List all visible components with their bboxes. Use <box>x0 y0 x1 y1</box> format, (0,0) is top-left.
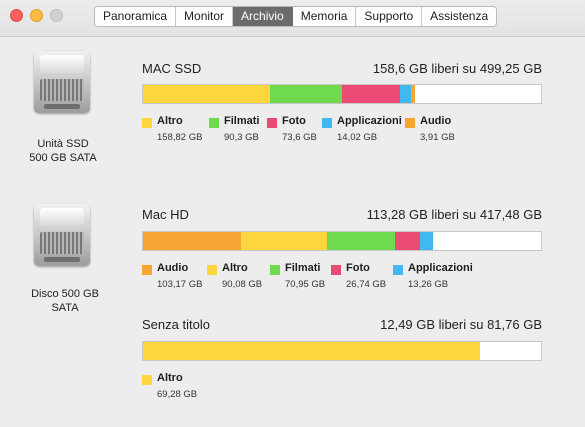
legend-swatch <box>267 118 277 128</box>
legend-swatch <box>142 265 152 275</box>
legend-swatch <box>393 265 403 275</box>
legend-value: 14,02 GB <box>337 132 378 143</box>
legend-swatch <box>322 118 332 128</box>
storage-segment <box>143 85 270 103</box>
legend-swatch <box>142 118 152 128</box>
storage-segment <box>143 232 242 250</box>
disk-name: Disco 500 GB SATA <box>15 287 115 315</box>
storage-segment <box>400 85 412 103</box>
legend-value: 13,26 GB <box>408 279 449 290</box>
tab-archivio[interactable]: Archivio <box>233 7 293 26</box>
zoom-window-button[interactable] <box>50 9 63 22</box>
volume-name: Senza titolo <box>142 317 210 332</box>
legend-value: 158,82 GB <box>157 132 203 143</box>
legend-value: 69,28 GB <box>157 389 198 400</box>
legend-value: 90,3 GB <box>224 132 259 143</box>
legend-value: 90,08 GB <box>222 279 263 290</box>
storage-segment <box>241 232 328 250</box>
legend-swatch <box>331 265 341 275</box>
legend-label: Audio <box>420 115 452 127</box>
tab-assistenza[interactable]: Assistenza <box>422 7 497 26</box>
storage-bar <box>142 341 542 361</box>
legend-label: Applicazioni <box>408 262 473 274</box>
volume-free-space: 113,28 GB liberi su 417,48 GB <box>366 207 542 222</box>
legend-label: Altro <box>157 372 183 384</box>
storage-segment <box>420 232 433 250</box>
tab-monitor[interactable]: Monitor <box>176 7 234 26</box>
storage-segment <box>394 232 421 250</box>
volume-name: Mac HD <box>142 207 189 222</box>
storage-segment <box>327 232 395 250</box>
tab-supporto[interactable]: Supporto <box>356 7 423 26</box>
storage-panel: Unità SSD 500 GB SATA MAC SSD 158,6 GB l… <box>0 37 585 427</box>
close-window-button[interactable] <box>10 9 23 22</box>
volume-name: MAC SSD <box>142 61 202 76</box>
tab-memoria[interactable]: Memoria <box>292 7 357 26</box>
legend-label: Foto <box>346 262 370 274</box>
legend-swatch <box>142 375 152 385</box>
hard-drive-icon <box>26 200 96 270</box>
tab-bar: Panoramica Monitor Archivio Memoria Supp… <box>94 6 498 27</box>
legend-value: 3,91 GB <box>420 132 455 143</box>
legend-value: 103,17 GB <box>157 279 203 290</box>
disk-name: Unità SSD 500 GB SATA <box>13 137 113 165</box>
legend-value: 70,95 GB <box>285 279 326 290</box>
legend-swatch <box>270 265 280 275</box>
legend-label: Audio <box>157 262 189 274</box>
window-titlebar: Panoramica Monitor Archivio Memoria Supp… <box>0 0 585 37</box>
hard-drive-icon <box>26 47 96 117</box>
storage-segment <box>143 342 481 360</box>
storage-bar <box>142 231 542 251</box>
disk-name-line: Unità SSD <box>37 138 89 150</box>
legend-label: Altro <box>222 262 248 274</box>
storage-segment <box>341 85 401 103</box>
legend-label: Foto <box>282 115 306 127</box>
legend-swatch <box>405 118 415 128</box>
storage-bar <box>142 84 542 104</box>
legend-swatch <box>207 265 217 275</box>
legend-swatch <box>209 118 219 128</box>
legend-label: Filmati <box>224 115 260 127</box>
tab-panoramica[interactable]: Panoramica <box>95 7 177 26</box>
minimize-window-button[interactable] <box>30 9 43 22</box>
storage-segment <box>269 85 342 103</box>
disk-name-line: 500 GB SATA <box>29 152 97 164</box>
legend-value: 26,74 GB <box>346 279 387 290</box>
legend-value: 73,6 GB <box>282 132 317 143</box>
volume-free-space: 12,49 GB liberi su 81,76 GB <box>380 317 542 332</box>
disk-name-line: SATA <box>51 302 79 314</box>
disk-name-line: Disco 500 GB <box>31 288 99 300</box>
volume-free-space: 158,6 GB liberi su 499,25 GB <box>372 61 542 76</box>
legend-label: Altro <box>157 115 183 127</box>
legend-label: Applicazioni <box>337 115 402 127</box>
legend-label: Filmati <box>285 262 321 274</box>
storage-segment <box>411 85 415 103</box>
